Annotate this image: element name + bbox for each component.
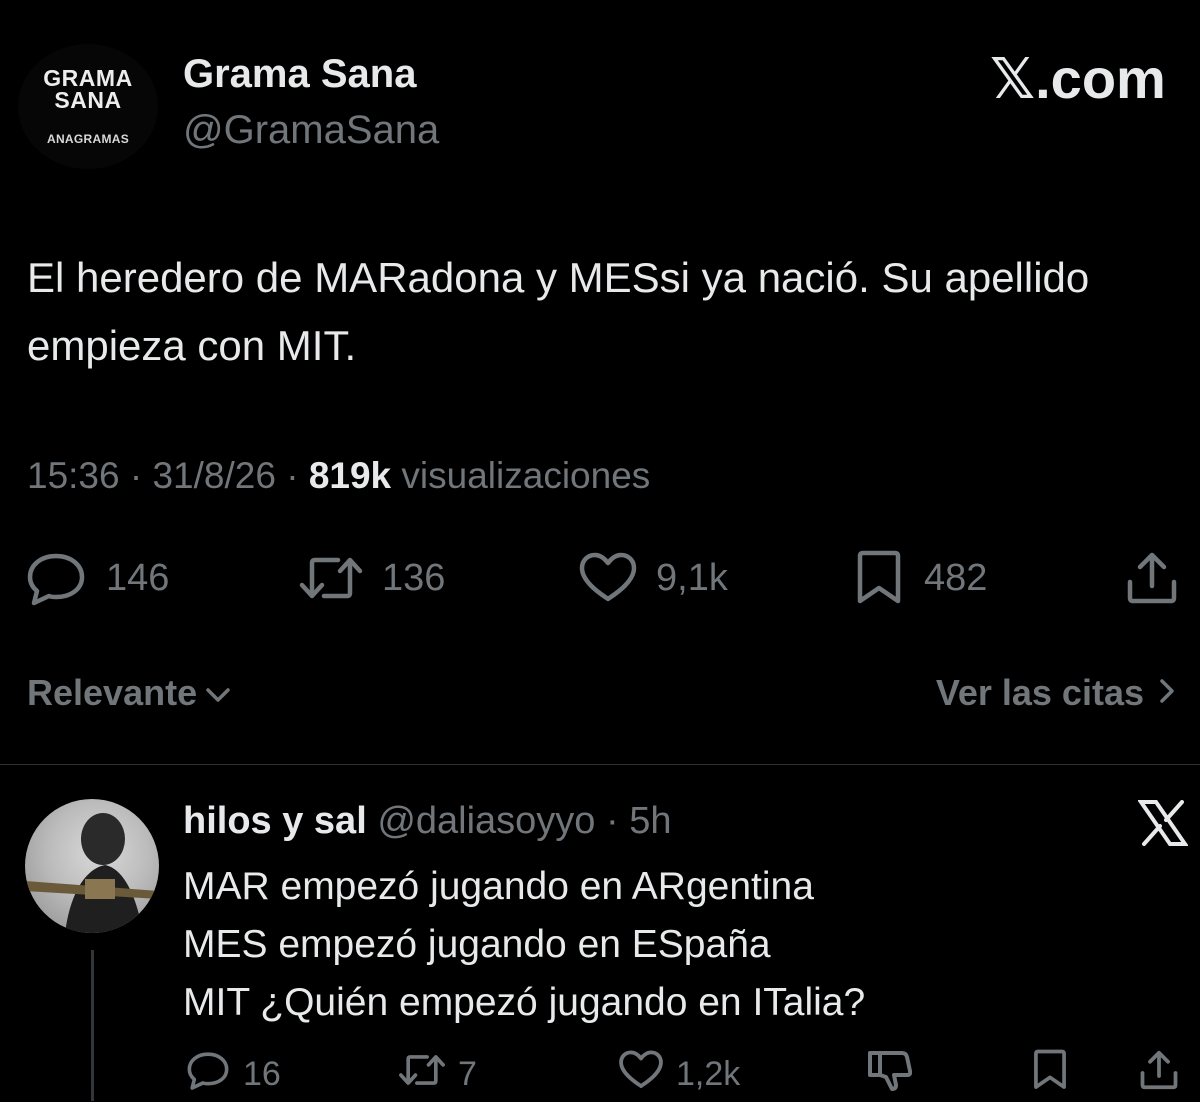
reply-dislike-button[interactable] [866,1047,913,1102]
reply-line: MES empezó jugando en ESpaña [183,923,771,966]
reply-bookmark-button[interactable] [1030,1049,1070,1099]
reply-repost-count: 7 [458,1054,477,1093]
avatar-text-line3: ANAGRAMAS [46,132,130,146]
reply-author-avatar[interactable] [25,799,159,933]
author-display-name[interactable]: Grama Sana [183,52,416,97]
reply-icon [24,550,88,606]
tweet-date[interactable]: 31/8/26 [152,455,275,496]
reply-line: MAR empezó jugando en ARgentina [183,865,814,908]
share-icon [1138,1048,1180,1101]
repost-button[interactable]: 136 [298,548,445,608]
repost-count: 136 [382,556,446,599]
reply-button[interactable]: 146 [24,548,169,608]
like-icon [618,1049,664,1099]
like-button[interactable]: 9,1k [578,548,728,608]
reply-author-handle[interactable]: @daliasoyyo [377,800,595,842]
view-quotes-label: Ver las citas [935,672,1144,713]
bookmark-icon [852,550,906,606]
views-label: visualizaciones [401,455,651,496]
reply-reply-button[interactable]: 16 [185,1049,281,1099]
reply-reply-count: 16 [243,1054,281,1093]
reply-icon [185,1049,231,1100]
reply-line: MIT ¿Quién empezó jugando en ITalia? [183,981,866,1024]
reply-author-name[interactable]: hilos y sal [183,800,367,842]
views-count: 819k [308,455,392,496]
tweet-meta: 15:36 · 31/8/26 · 819k visualizaciones [27,455,650,497]
chevron-right-icon [1158,672,1176,714]
reply-text: MAR empezó jugando en ARgentina MES empe… [183,858,1183,1032]
reply-count: 146 [106,556,170,599]
like-icon [578,552,638,604]
meta-separator: · [129,455,153,496]
tweet-text: El heredero de MARadona y MESsi ya nació… [27,254,1090,369]
like-count: 9,1k [656,556,728,599]
reply-repost-button[interactable]: 7 [398,1049,477,1099]
x-com-watermark: 𝕏.com [990,47,1166,110]
divider [0,764,1200,765]
thread-line [91,950,94,1101]
reply-time[interactable]: 5h [629,800,671,842]
author-handle[interactable]: @GramaSana [183,108,439,153]
x-logo-icon [1137,800,1189,851]
repost-icon [298,553,364,603]
bookmark-icon [1030,1048,1070,1101]
reply-header: hilos y sal @daliasoyyo · 5h [183,800,672,843]
reply-separator: · [606,800,619,842]
author-avatar[interactable]: GRAMA SANA ANAGRAMAS [18,44,158,169]
view-quotes-link[interactable]: Ver las citas [936,672,1176,714]
share-button[interactable] [1124,548,1180,608]
share-icon [1124,550,1180,606]
meta-separator: · [286,455,309,496]
dislike-icon [866,1047,913,1102]
chevron-down-icon [205,672,231,714]
tweet-time[interactable]: 15:36 [27,455,120,496]
bookmark-button[interactable]: 482 [852,548,987,608]
reply-like-count: 1,2k [676,1054,741,1093]
avatar-text-line2: SANA [54,87,122,113]
sort-label: Relevante [27,672,198,713]
bookmark-count: 482 [924,556,988,599]
reply-like-button[interactable]: 1,2k [618,1049,740,1099]
reply-share-button[interactable] [1138,1049,1180,1099]
repost-icon [398,1051,446,1098]
sort-dropdown[interactable]: Relevante [27,672,231,714]
